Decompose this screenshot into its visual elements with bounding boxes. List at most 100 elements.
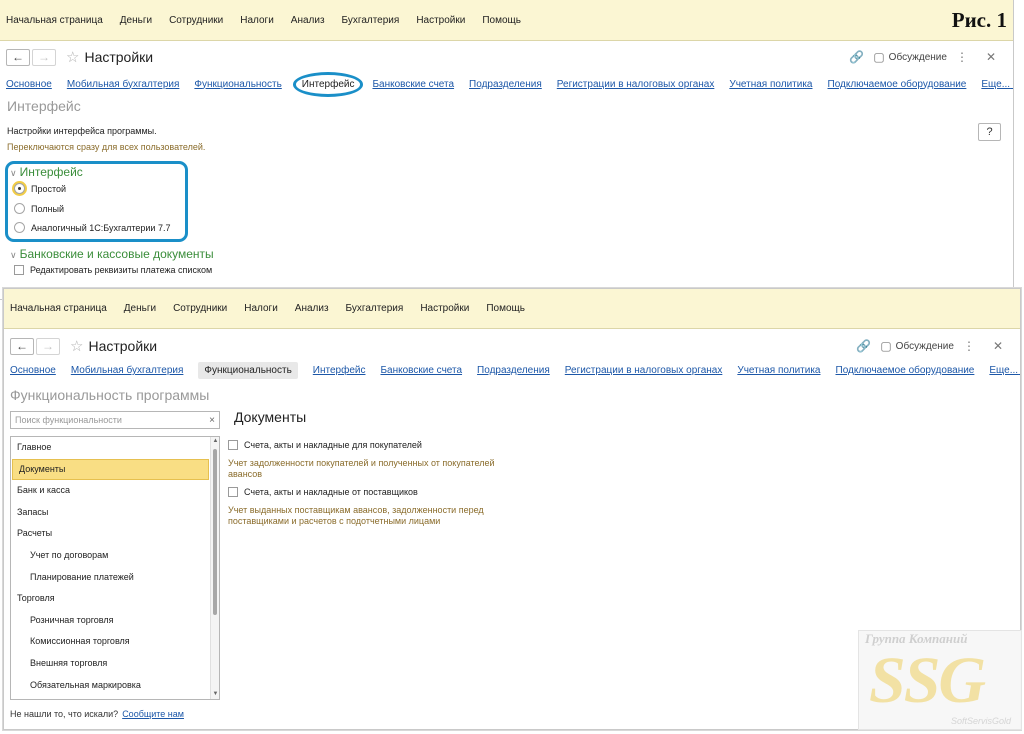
link-icon[interactable]: 🔗 [856, 339, 871, 353]
list-item[interactable]: Обязательная маркировка [11, 675, 208, 697]
scroll-up-icon[interactable]: ▲ [211, 437, 219, 446]
menu-accounting[interactable]: Бухгалтерия [346, 303, 404, 314]
list-item[interactable]: Планирование платежей [11, 567, 208, 589]
menu-money[interactable]: Деньги [124, 303, 156, 314]
menu-analysis[interactable]: Анализ [291, 15, 325, 26]
close-icon[interactable]: ✕ [986, 50, 996, 64]
radio-dot-checked[interactable] [14, 183, 25, 194]
tab-interface[interactable]: Интерфейс [313, 362, 366, 379]
group-interface-title: Интерфейс [19, 165, 83, 179]
discussion-button[interactable]: ▢ Обсуждение [873, 50, 947, 64]
menu-employees[interactable]: Сотрудники [169, 15, 223, 26]
checkbox-edit-payment-label: Редактировать реквизиты платежа списком [30, 265, 213, 275]
more-vertical-icon[interactable]: ⋮ [956, 50, 968, 64]
discussion-button[interactable]: ▢ Обсуждение [880, 339, 954, 353]
title-actions: 🔗 ▢ Обсуждение ⋮ ✕ [840, 42, 1005, 72]
menu-employees[interactable]: Сотрудники [173, 303, 227, 314]
desc-line: Учет выданных поставщикам авансов, задол… [228, 505, 484, 515]
arrow-left-icon: ← [12, 50, 24, 64]
help-button[interactable]: ? [978, 123, 1001, 141]
list-item[interactable]: Розничная торговля [11, 610, 208, 632]
scroll-down-icon[interactable]: ▼ [211, 690, 219, 699]
radio-dot[interactable] [14, 222, 25, 233]
menu-analysis[interactable]: Анализ [295, 303, 329, 314]
tab-tax-registrations[interactable]: Регистрации в налоговых органах [557, 76, 715, 93]
list-item[interactable]: Главное [11, 437, 208, 459]
tab-mobile-accounting[interactable]: Мобильная бухгалтерия [67, 76, 180, 93]
group-bank-docs-header[interactable]: ∨ Банковские и кассовые документы [10, 247, 214, 261]
tab-functionality[interactable]: Функциональность [198, 362, 298, 379]
figure-label: Рис. 1 [951, 8, 1007, 32]
tab-tax-registrations[interactable]: Регистрации в налоговых органах [565, 362, 723, 379]
list-item[interactable]: Банк и касса [11, 480, 208, 502]
tab-bank-accounts[interactable]: Банковские счета [372, 76, 454, 93]
checkbox-supplier-docs-label: Счета, акты и накладные от поставщиков [244, 487, 418, 497]
tab-interface[interactable]: Интерфейс [292, 71, 364, 97]
tab-departments[interactable]: Подразделения [469, 76, 542, 93]
radio-simple[interactable]: Простой [14, 183, 66, 194]
tab-more[interactable]: Еще... [981, 76, 1013, 93]
menu-home[interactable]: Начальная страница [10, 303, 107, 314]
desc-line: Учет задолженности покупателей и получен… [228, 458, 495, 468]
list-item-selected[interactable]: Документы [12, 458, 209, 481]
menu-help[interactable]: Помощь [486, 303, 525, 314]
title-actions: 🔗 ▢ Обсуждение ⋮ ✕ [847, 331, 1012, 361]
watermark-sub-text: SoftServisGold [950, 716, 1011, 726]
back-button[interactable]: ← [6, 48, 30, 66]
tab-mobile-accounting[interactable]: Мобильная бухгалтерия [71, 362, 184, 379]
scroll-thumb[interactable] [213, 449, 217, 615]
checkbox-box[interactable] [228, 487, 238, 497]
forward-button[interactable]: → [32, 48, 56, 66]
checkbox-customer-docs[interactable]: Счета, акты и накладные для покупателей [228, 440, 422, 450]
tab-main[interactable]: Основное [10, 362, 56, 379]
menu-money[interactable]: Деньги [120, 15, 152, 26]
checkbox-supplier-docs[interactable]: Счета, акты и накладные от поставщиков [228, 487, 418, 497]
list-item[interactable]: Комиссионная торговля [11, 631, 208, 653]
menu-accounting[interactable]: Бухгалтерия [342, 15, 400, 26]
tab-functionality[interactable]: Функциональность [194, 76, 281, 93]
functionality-list[interactable]: Главное Документы Банк и касса Запасы Ра… [10, 436, 220, 700]
favorite-star-icon[interactable]: ☆ [70, 337, 83, 355]
radio-classic-77[interactable]: Аналогичный 1С:Бухгалтерии 7.7 [14, 222, 170, 233]
close-icon[interactable]: ✕ [993, 339, 1003, 353]
menu-settings[interactable]: Настройки [420, 303, 469, 314]
back-button[interactable]: ← [10, 337, 34, 355]
link-icon[interactable]: 🔗 [849, 50, 864, 64]
list-item[interactable]: Запасы [11, 502, 208, 524]
watermark-logo-text: SSG [869, 644, 986, 717]
tab-equipment[interactable]: Подключаемое оборудование [828, 76, 967, 93]
checkbox-box[interactable] [14, 265, 24, 275]
menu-taxes[interactable]: Налоги [240, 15, 274, 26]
tab-departments[interactable]: Подразделения [477, 362, 550, 379]
forward-button[interactable]: → [36, 337, 60, 355]
list-item[interactable]: Учет по договорам [11, 545, 208, 567]
list-scrollbar[interactable]: ▲ ▼ [210, 437, 219, 699]
checkbox-box[interactable] [228, 440, 238, 450]
list-item[interactable]: Внешняя торговля [11, 653, 208, 675]
menu-settings[interactable]: Настройки [416, 15, 465, 26]
tab-accounting-policy[interactable]: Учетная политика [737, 362, 820, 379]
tab-more[interactable]: Еще... [989, 362, 1020, 379]
radio-full[interactable]: Полный [14, 203, 64, 214]
chat-icon: ▢ [880, 339, 892, 353]
tab-equipment[interactable]: Подключаемое оборудование [836, 362, 975, 379]
checkbox-customer-docs-label: Счета, акты и накладные для покупателей [244, 440, 422, 450]
favorite-star-icon[interactable]: ☆ [66, 48, 79, 66]
main-menu-bar: Начальная страница Деньги Сотрудники Нал… [0, 0, 1013, 41]
settings-window-interface: Начальная страница Деньги Сотрудники Нал… [0, 0, 1014, 300]
list-item[interactable]: Расчеты [11, 523, 208, 545]
menu-home[interactable]: Начальная страница [6, 15, 103, 26]
menu-help[interactable]: Помощь [482, 15, 521, 26]
clear-icon[interactable]: × [205, 415, 219, 426]
group-interface-header[interactable]: ∨ Интерфейс [10, 165, 83, 179]
list-item[interactable]: Торговля [11, 588, 208, 610]
tab-accounting-policy[interactable]: Учетная политика [729, 76, 812, 93]
search-input[interactable] [11, 412, 205, 428]
menu-taxes[interactable]: Налоги [244, 303, 278, 314]
tab-bank-accounts[interactable]: Банковские счета [380, 362, 462, 379]
feedback-link[interactable]: Сообщите нам [122, 709, 184, 719]
more-vertical-icon[interactable]: ⋮ [963, 339, 975, 353]
radio-dot[interactable] [14, 203, 25, 214]
checkbox-edit-payment-list[interactable]: Редактировать реквизиты платежа списком [14, 265, 212, 275]
tab-main[interactable]: Основное [6, 76, 52, 93]
